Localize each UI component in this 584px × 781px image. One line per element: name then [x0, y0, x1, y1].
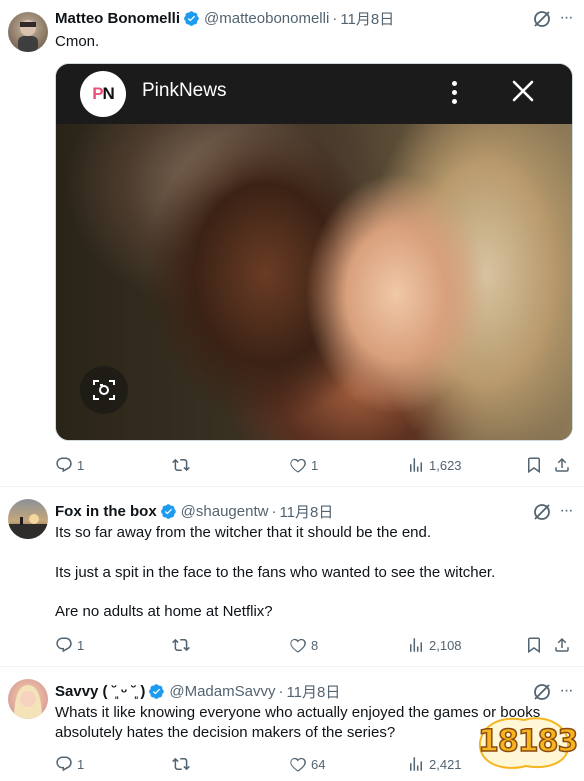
- separator-dot: ·: [332, 10, 338, 27]
- views-icon: [410, 638, 422, 652]
- media-image[interactable]: [56, 124, 572, 440]
- reply-button[interactable]: 1: [55, 635, 84, 655]
- like-count: 1: [311, 457, 319, 473]
- avatar[interactable]: [8, 679, 48, 719]
- handle[interactable]: @MadamSavvy: [169, 683, 275, 700]
- separator-dot: ·: [271, 503, 277, 520]
- heart-icon: [290, 757, 306, 772]
- avatar[interactable]: [8, 12, 48, 52]
- reply-count: 1: [77, 457, 85, 473]
- more-icon[interactable]: ···: [556, 8, 576, 28]
- share-icon: [555, 457, 569, 472]
- tweet-header: Fox in the box @shaugentw · 11月8日: [55, 501, 333, 522]
- timestamp[interactable]: 11月8日: [340, 8, 394, 29]
- views-button[interactable]: 1,623: [407, 455, 462, 475]
- reply-icon: [56, 457, 72, 473]
- tweet-text: Cmon.: [55, 33, 100, 50]
- tweet-text-line: Its so far away from the witcher that it…: [55, 524, 432, 541]
- tweet-matteo[interactable]: Matteo Bonomelli @matteobonomelli · 11月8…: [0, 0, 584, 486]
- grok-icon[interactable]: [532, 502, 552, 522]
- display-name[interactable]: Savvy ( ˘͈ ᵕ ˘͈ ): [55, 683, 145, 700]
- retweet-button[interactable]: [172, 455, 194, 475]
- bookmark-button[interactable]: [525, 455, 547, 475]
- retweet-button[interactable]: [172, 754, 194, 774]
- reply-count: 1: [77, 637, 85, 653]
- share-icon: [555, 637, 569, 652]
- views-count: 2,108: [429, 637, 462, 653]
- reply-button[interactable]: 1: [55, 754, 84, 774]
- close-icon[interactable]: [508, 76, 538, 106]
- more-icon[interactable]: ···: [556, 501, 576, 521]
- pinknews-logo: PN: [80, 71, 126, 117]
- timestamp[interactable]: 11月8日: [286, 681, 340, 702]
- more-icon[interactable]: ···: [556, 681, 576, 701]
- reply-icon: [56, 637, 72, 653]
- views-button[interactable]: 2,108: [407, 635, 462, 655]
- display-name[interactable]: Matteo Bonomelli: [55, 10, 180, 27]
- verified-badge-icon: [149, 684, 165, 699]
- tweet-text-line: Its just a spit in the face to the fans …: [55, 564, 496, 581]
- like-button[interactable]: 64: [289, 754, 325, 774]
- views-count: 2,421: [429, 756, 462, 772]
- share-button[interactable]: [553, 635, 575, 655]
- like-count: 8: [311, 637, 319, 653]
- views-count: 1,623: [429, 457, 462, 473]
- tweet-header: Matteo Bonomelli @matteobonomelli · 11月8…: [55, 8, 394, 29]
- avatar-image: [14, 685, 42, 719]
- tweet-header: Savvy ( ˘͈ ᵕ ˘͈ ) @MadamSavvy · 11月8日: [55, 681, 340, 702]
- display-name[interactable]: Fox in the box: [55, 503, 157, 520]
- logo-letter-p: P: [92, 84, 103, 103]
- retweet-button[interactable]: [172, 635, 194, 655]
- heart-icon: [290, 458, 306, 473]
- handle[interactable]: @matteobonomelli: [204, 10, 329, 27]
- media-card[interactable]: PN PinkNews: [55, 63, 573, 441]
- bookmark-icon: [528, 637, 540, 654]
- retweet-icon: [172, 757, 190, 771]
- tweet-actions: 1 1 1,623: [55, 455, 575, 475]
- bookmark-button[interactable]: [525, 635, 547, 655]
- heart-icon: [290, 638, 306, 653]
- like-button[interactable]: 8: [289, 635, 318, 655]
- bookmark-icon: [528, 457, 540, 474]
- tweet-fox[interactable]: Fox in the box @shaugentw · 11月8日 ··· It…: [0, 487, 584, 666]
- lens-icon[interactable]: [80, 366, 128, 414]
- tweet-actions: 1 8 2,108: [55, 635, 575, 655]
- separator-dot: ·: [278, 683, 284, 700]
- media-source-name: PinkNews: [142, 80, 227, 101]
- avatar-image: [18, 20, 38, 52]
- avatar[interactable]: [8, 499, 48, 539]
- avatar-image: [8, 514, 48, 539]
- like-button[interactable]: 1: [289, 455, 318, 475]
- reply-count: 1: [77, 756, 85, 772]
- verified-badge-icon: [160, 504, 176, 519]
- timestamp[interactable]: 11月8日: [279, 501, 333, 522]
- media-header: PN PinkNews: [56, 64, 572, 124]
- handle[interactable]: @shaugentw: [181, 503, 269, 520]
- watermark-logo: 18183: [474, 708, 579, 774]
- grok-icon[interactable]: [532, 682, 552, 702]
- views-button[interactable]: 2,421: [407, 754, 462, 774]
- reply-icon: [56, 756, 72, 772]
- views-icon: [410, 458, 422, 472]
- logo-letter-n: N: [102, 84, 115, 103]
- media-more-icon[interactable]: [450, 78, 458, 108]
- like-count: 64: [311, 756, 326, 772]
- retweet-icon: [172, 458, 190, 472]
- tweet-text-line: Are no adults at home at Netflix?: [55, 603, 273, 620]
- views-icon: [410, 757, 422, 771]
- reply-button[interactable]: 1: [55, 455, 84, 475]
- share-button[interactable]: [553, 455, 575, 475]
- watermark-text: 18183: [477, 723, 579, 760]
- grok-icon[interactable]: [532, 9, 552, 29]
- verified-badge-icon: [184, 11, 199, 26]
- retweet-icon: [172, 638, 190, 652]
